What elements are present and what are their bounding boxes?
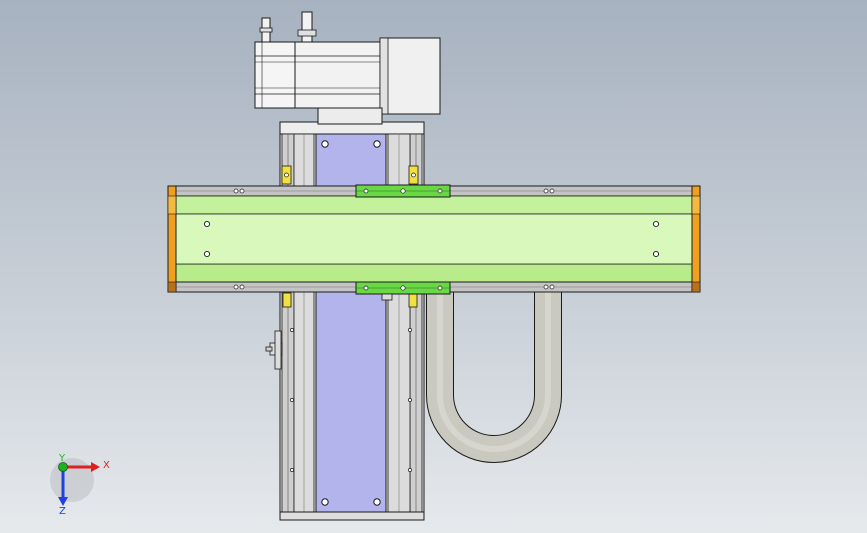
vertical-axis-module [265,121,425,521]
limit-switch [265,330,283,370]
bolt [321,498,329,506]
cad-viewport[interactable]: X Y Z [0,0,867,533]
bolt [203,250,211,258]
horizontal-beam-module [167,184,701,301]
motor-connector [301,11,313,45]
bolt [203,220,211,228]
bolt [652,220,660,228]
cable-carrier [426,288,562,463]
x-axis-label: X [103,460,110,471]
servo-motor [254,11,441,125]
bolt [321,140,329,148]
y-axis-label: Y [58,453,66,464]
model-canvas[interactable]: X Y Z [0,0,867,533]
carriage-block-top [355,184,451,198]
bolt [652,250,660,258]
bolt [373,498,381,506]
bolt [373,140,381,148]
motor-flange [379,37,441,115]
z-axis-label: Z [59,506,66,517]
coordinate-triad: X Y Z [50,453,110,517]
cable-carrier-band [427,288,561,462]
